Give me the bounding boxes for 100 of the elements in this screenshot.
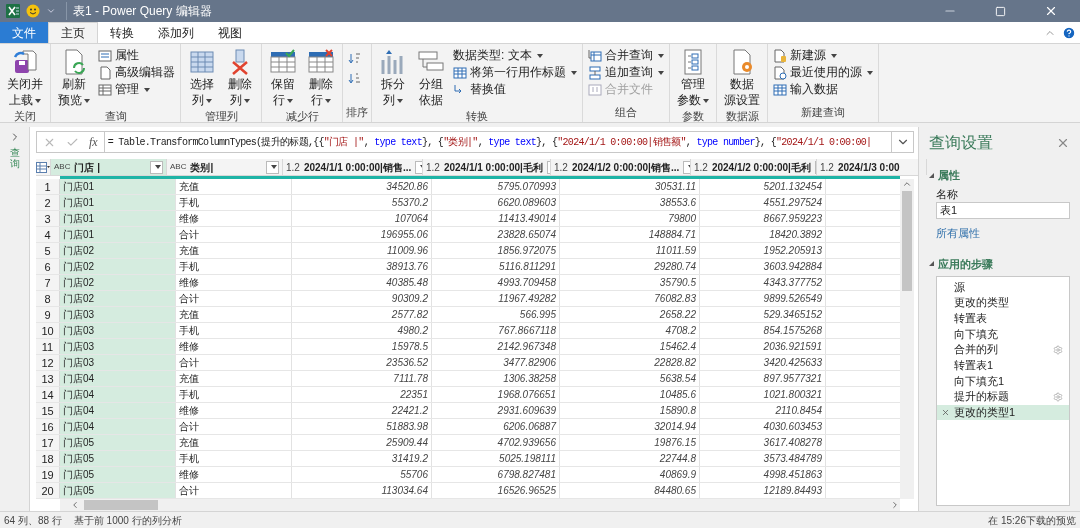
table-cell: 32014.94: [560, 419, 700, 434]
type-label[interactable]: 1.2: [286, 159, 300, 175]
ribbon-button[interactable]: 将第一行用作标题: [451, 65, 579, 80]
table-cell: 手机: [176, 387, 292, 402]
table-cell: 11011.59: [560, 243, 700, 258]
step-item[interactable]: 转置表1: [937, 357, 1069, 374]
status-text: 在 15:26下载的预览: [988, 513, 1076, 528]
step-label: 更改的类型: [954, 295, 1010, 311]
row-number: 5: [36, 243, 60, 258]
all-properties-link[interactable]: 所有属性: [936, 225, 1070, 242]
table-cell: 6620.089603: [432, 195, 560, 210]
ribbon-button[interactable]: 新建源: [771, 48, 875, 63]
step-label: 转置表: [954, 310, 988, 326]
function-button[interactable]: fx: [89, 133, 98, 151]
table-cell: 维修: [176, 211, 292, 226]
name-field[interactable]: 表1: [936, 202, 1070, 219]
table-cell: 门店03: [60, 323, 176, 338]
column-header[interactable]: ABC 类别|: [167, 159, 283, 175]
table-cell: 55370.2: [292, 195, 432, 210]
formula-field[interactable]: = Table.TransformColumnTypes(提升的标题,{{"门店 |", type text}, {"类别|", type text}, {"2024/1/1 0:00:00|销售额", type number}, {"2024/1/1 0:00:00|: [104, 131, 892, 153]
ribbon-button[interactable]: 保留 行: [265, 46, 301, 108]
table-cell: 34520.86: [292, 179, 432, 194]
type-label[interactable]: ABC: [54, 161, 71, 173]
table-cell: 40385.48: [292, 275, 432, 290]
ribbon-button[interactable]: 最近使用的源: [771, 65, 875, 80]
step-label: 转置表1: [954, 358, 995, 374]
ribbon-button[interactable]: 关闭并 上载: [3, 46, 47, 108]
ribbon-button[interactable]: 替换值: [451, 82, 579, 97]
table-cell: 51883.98: [292, 419, 432, 434]
table-cell: 9899.526549: [700, 291, 826, 306]
column-name: 类别|: [190, 160, 215, 175]
table-cell: 门店04: [60, 387, 176, 402]
ribbon-button[interactable]: 数据类型: 文本: [451, 48, 579, 63]
table-cell: 门店04: [60, 403, 176, 418]
ribbon-button[interactable]: 拆分 列: [375, 46, 411, 108]
row-number: 11: [36, 339, 60, 354]
ribbon-button[interactable]: 输入数据: [771, 82, 875, 97]
step-item[interactable]: 源: [937, 279, 1069, 295]
ribbon-button[interactable]: 数据 源设置: [720, 46, 764, 108]
ribbon-tab[interactable]: 文件: [0, 22, 48, 43]
ribbon-button[interactable]: 高级编辑器: [96, 65, 177, 80]
ribbon-tab[interactable]: 视图: [206, 22, 254, 43]
row-number: 16: [36, 419, 60, 434]
table-cell: 充值: [176, 435, 292, 450]
column-header[interactable]: 1.2 2024/1/2 0:00:00|毛利: [691, 159, 817, 175]
ribbon-button[interactable]: 删除 行: [303, 46, 339, 108]
ribbon-tab[interactable]: 转换: [98, 22, 146, 43]
ribbon-button[interactable]: 删除 列: [222, 46, 258, 108]
row-number: 7: [36, 275, 60, 290]
table-cell: 4343.377752: [700, 275, 826, 290]
row-number: 17: [36, 435, 60, 450]
ribbon-button[interactable]: 合并查询: [586, 48, 666, 63]
table-cell: 35790.5: [560, 275, 700, 290]
step-item[interactable]: 向下填充1: [937, 373, 1069, 389]
table-cell: 4702.939656: [432, 435, 560, 450]
table-cell: 15462.4: [560, 339, 700, 354]
step-label: 向下填充1: [954, 373, 1006, 389]
table-cell: 767.8667118: [432, 323, 560, 338]
step-item[interactable]: 合并的列: [937, 341, 1069, 358]
type-label[interactable]: 1.2: [820, 159, 834, 175]
ribbon-button[interactable]: 分组 依据: [413, 46, 449, 108]
ribbon-button[interactable]: 管理 参数: [673, 46, 713, 108]
column-header[interactable]: ABC 门店 |: [51, 159, 167, 175]
step-item[interactable]: 提升的标题: [937, 388, 1069, 405]
type-label[interactable]: 1.2: [554, 159, 568, 175]
type-label[interactable]: 1.2: [426, 159, 440, 175]
row-number: 9: [36, 307, 60, 322]
table-cell: 1968.076651: [432, 387, 560, 402]
table-cell: 11967.49282: [432, 291, 560, 306]
step-label: 源: [954, 279, 966, 295]
ribbon-tab[interactable]: 添加列: [146, 22, 206, 43]
column-header[interactable]: 1.2 2024/1/1 0:00:00|毛利: [423, 159, 551, 175]
ribbon-button[interactable]: 选择 列: [184, 46, 220, 108]
group-label: 参数: [681, 109, 705, 124]
table-cell: 2110.8454: [700, 403, 826, 418]
column-header[interactable]: 1.2 2024/1/2 0:00:00|销售...: [551, 159, 691, 175]
column-name: 2024/1/2 0:00:00|销售...: [571, 160, 680, 175]
step-item[interactable]: 转置表: [937, 310, 1069, 327]
step-label: 向下填充: [954, 326, 999, 342]
table-cell: 25909.44: [292, 435, 432, 450]
table-cell: 合计: [176, 291, 292, 306]
column-header[interactable]: 1.2 2024/1/1 0:00:00|销售...: [283, 159, 423, 175]
type-label[interactable]: ABC: [170, 161, 187, 173]
table-cell: 3603.942884: [700, 259, 826, 274]
type-label[interactable]: 1.2: [694, 159, 708, 175]
ribbon-tab[interactable]: 主页: [48, 22, 98, 43]
table-cell: 90309.2: [292, 291, 432, 306]
table-cell: 门店02: [60, 259, 176, 274]
table-cell: 2577.82: [292, 307, 432, 322]
step-item[interactable]: 向下填充: [937, 326, 1069, 342]
ribbon-button[interactable]: 刷新 预览: [54, 46, 94, 108]
table-cell: 38553.6: [560, 195, 700, 210]
ribbon-button[interactable]: 属性: [96, 48, 177, 63]
step-item[interactable]: 更改的类型: [937, 294, 1069, 311]
table-cell: 维修: [176, 403, 292, 418]
ribbon-button[interactable]: 追加查询: [586, 65, 666, 80]
table-cell: 18420.3892: [700, 227, 826, 242]
group-label: 组合: [614, 105, 638, 120]
ribbon-button[interactable]: 管理: [96, 82, 177, 97]
step-item[interactable]: 更改的类型1: [937, 404, 1069, 421]
